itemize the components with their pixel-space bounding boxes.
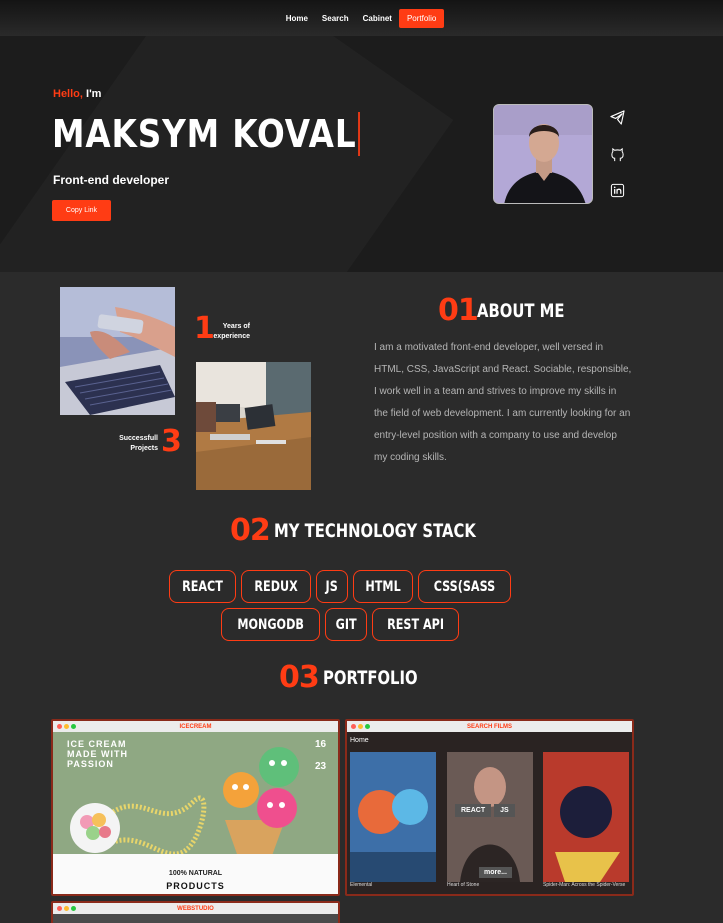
film-tag: JS — [494, 804, 515, 817]
hero-role: Front-end developer — [53, 173, 170, 187]
tech-chip-label: MONGODB — [236, 616, 304, 633]
tech-chip: GIT — [324, 608, 368, 641]
stack-section-number: 02 — [230, 513, 271, 548]
projects-label: Successfull Projects — [110, 434, 158, 454]
avatar — [493, 104, 593, 204]
card-titlebar: ICECREAM — [53, 721, 338, 732]
movie-title: Heart of Stone — [447, 882, 480, 888]
more-button[interactable]: more... — [479, 867, 512, 878]
projects-label-line1: Successfull — [119, 435, 158, 442]
avatar-portrait — [494, 105, 592, 203]
tech-chip: HTML — [352, 570, 413, 603]
linkedin-icon[interactable] — [608, 181, 626, 199]
movie-title: Elemental — [350, 882, 373, 888]
portfolio-card-icecream[interactable]: ICECREAM ICE CREAM MADE WITH PASSION 16 … — [51, 719, 340, 896]
tech-chip-label: REDUX — [254, 578, 298, 595]
card-title: ICECREAM — [179, 723, 212, 730]
tech-chip: REDUX — [241, 570, 312, 603]
webstudio-preview — [53, 914, 338, 923]
projects-label-line2: Projects — [130, 445, 158, 452]
hero-name: MAKSYM KOVAL — [52, 112, 360, 156]
hero-section: Hello, I'm MAKSYM KOVAL Front-end develo… — [0, 36, 723, 272]
years-label-line1: Years of — [222, 323, 250, 330]
tech-chip-label: JS — [325, 578, 339, 595]
date-top: 16 — [315, 739, 327, 750]
natural-label: 100% NATURAL — [168, 870, 223, 877]
telegram-icon[interactable] — [608, 108, 626, 126]
tech-chip: MONGODB — [220, 608, 320, 641]
icecream-preview: ICE CREAM MADE WITH PASSION 16 23 100% N… — [53, 732, 338, 894]
about-text: I am a motivated front-end developer, we… — [374, 342, 632, 463]
top-nav: Home Search Cabinet Portfolio — [0, 0, 723, 36]
date-bottom: 23 — [315, 761, 327, 772]
card-titlebar: SEARCH FILMS — [347, 721, 632, 732]
tech-chip-label: REACT — [182, 578, 224, 595]
about-photo-desk — [196, 362, 311, 490]
card-title: SEARCH FILMS — [467, 723, 512, 730]
github-icon[interactable] — [608, 145, 626, 163]
tech-chip: REACT — [169, 570, 237, 603]
card-title: WEBSTUDIO — [177, 905, 214, 912]
tech-chip-label: REST API — [387, 616, 445, 633]
about-section-number: 01 — [438, 293, 479, 328]
nav-search[interactable]: Search — [315, 10, 356, 27]
stack-section-title: MY TECHNOLOGY STACK — [274, 520, 476, 542]
nav-cabinet[interactable]: Cabinet — [356, 10, 399, 27]
tech-chip: REST API — [372, 608, 460, 641]
tech-chip-label: GIT — [335, 616, 357, 633]
hero-greeting: Hello, I'm — [53, 88, 101, 100]
tech-chip: JS — [316, 570, 348, 603]
copy-link-button[interactable]: Copy Link — [52, 200, 111, 221]
tech-chip-label: HTML — [365, 578, 401, 595]
portfolio-card-search-films[interactable]: SEARCH FILMS Home REACT JS more... Eleme… — [345, 719, 634, 896]
greeting-rest: I'm — [82, 88, 102, 100]
tech-chip-label: CSS(SASS — [433, 578, 496, 595]
tech-chip: CSS(SASS — [417, 570, 511, 603]
film-tags: REACT JS — [455, 804, 515, 817]
tech-stack-list: REACT REDUX JS HTML CSS(SASS MONGODB GIT… — [130, 570, 550, 641]
movie-title: Spider-Man: Across the Spider-Verse — [543, 882, 626, 888]
years-label-line2: experience — [213, 333, 250, 340]
products-label: PRODUCTS — [166, 881, 225, 891]
projects-number: 3 — [161, 424, 182, 459]
portfolio-card-webstudio[interactable]: WEBSTUDIO — [51, 901, 340, 923]
portfolio-section-number: 03 — [279, 660, 320, 695]
nav-home[interactable]: Home — [279, 10, 315, 27]
nav-portfolio[interactable]: Portfolio — [398, 8, 445, 28]
films-preview: Home REACT JS more... Elemental Heart of… — [347, 732, 632, 894]
film-posters — [350, 752, 629, 882]
card-titlebar: WEBSTUDIO — [53, 903, 338, 914]
about-photo-phone — [60, 287, 175, 415]
years-label: Years of experience — [212, 322, 250, 342]
about-section-title: ABOUT ME — [477, 300, 565, 322]
portfolio-section-title: PORTFOLIO — [323, 667, 418, 689]
greeting-highlight: Hello, — [53, 88, 83, 100]
films-home-link: Home — [350, 737, 369, 744]
film-tag: REACT — [455, 804, 492, 817]
